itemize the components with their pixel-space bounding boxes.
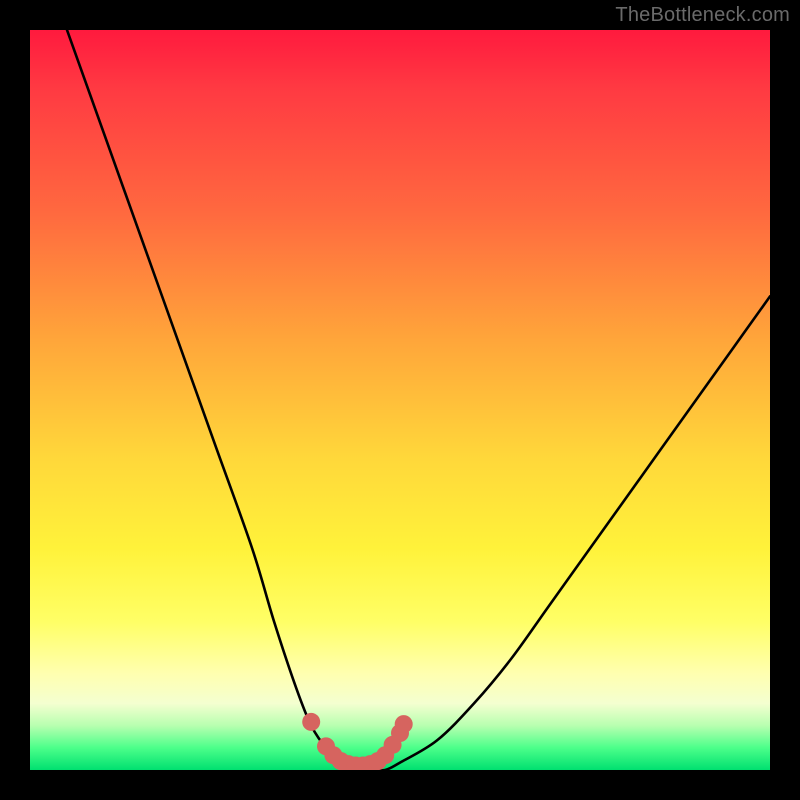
bottleneck-curve [67,30,770,770]
watermark-text: TheBottleneck.com [615,4,790,27]
chart-svg [30,30,770,770]
plot-area [30,30,770,770]
trough-marker [302,713,320,731]
trough-marker-group [302,713,413,770]
trough-marker [395,715,413,733]
chart-frame: TheBottleneck.com [0,0,800,800]
